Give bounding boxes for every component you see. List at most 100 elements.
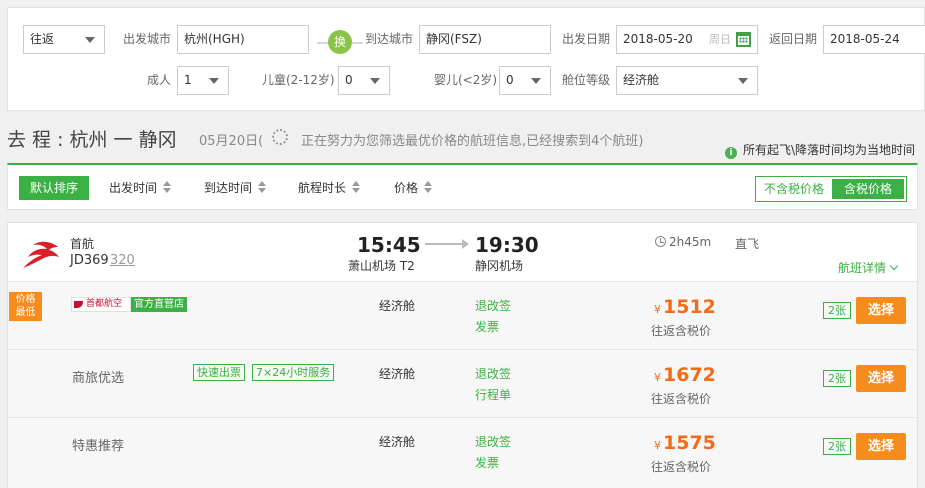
sort-arrows-icon [352, 181, 361, 193]
return-date-label: 返回日期 [769, 32, 818, 46]
fare-product-name: 商旅优选 [72, 371, 125, 386]
child-select[interactable]: 0 [338, 66, 390, 95]
depart-time: 15:45 [357, 233, 421, 257]
arrive-time: 19:30 [475, 233, 539, 257]
stops-info: 直飞 [735, 237, 760, 251]
chevron-down-icon [209, 78, 219, 84]
return-date-input[interactable]: 2018-05-24 [823, 25, 925, 54]
price-note: 往返含税价 [651, 324, 712, 338]
route-title: 去 程 : 杭州 一 静冈 [7, 129, 177, 151]
fare-product-name: 特惠推荐 [72, 439, 125, 454]
info-icon: i [725, 147, 737, 159]
infant-value: 0 [506, 73, 514, 87]
timezone-note-text: 所有起飞\降落时间均为当地时间 [743, 143, 916, 157]
seats-left-badge: 2张 [823, 438, 851, 455]
airline-name: 首航 [70, 237, 95, 251]
price-note: 往返含税价 [651, 460, 712, 474]
infant-select[interactable]: 0 [499, 66, 551, 95]
return-date-value: 2018-05-24 [830, 32, 900, 46]
child-value: 0 [345, 73, 353, 87]
refund-policy-link[interactable]: 退改签 [475, 433, 511, 450]
seats-left-badge: 2张 [823, 302, 851, 319]
chevron-down-icon [85, 37, 95, 43]
sort-duration-label: 航程时长 [298, 181, 347, 195]
sort-depart-time[interactable]: 出发时间 [109, 176, 172, 200]
fare-cabin: 经济舱 [379, 435, 416, 449]
tax-excluded-option[interactable]: 不含税价格 [758, 179, 830, 199]
trip-type-select[interactable]: 往返 [23, 25, 105, 54]
select-fare-button[interactable]: 选择 [856, 365, 906, 392]
infant-label: 婴儿(<2岁) [434, 73, 498, 87]
child-label: 儿童(2-12岁) [262, 73, 335, 87]
depart-weekday: 周日 [709, 33, 731, 46]
fare-tag: 7×24小时服务 [252, 364, 335, 381]
adult-select[interactable]: 1 [177, 66, 229, 95]
tax-price-toggle: 不含税价格 含税价格 [755, 176, 907, 202]
sort-arrows-icon [163, 181, 172, 193]
search-panel: 往返 出发城市 杭州(HGH) 换 到达城市 静冈(FSZ) 出发日期 2018… [7, 7, 925, 111]
route-date: 05月20日( [199, 134, 264, 149]
search-status: 正在努力为您筛选最优价格的航班信息,已经搜索到4个航班) [301, 134, 644, 149]
depart-city-value: 杭州(HGH) [184, 32, 245, 46]
currency-symbol: ¥ [654, 371, 661, 384]
arrive-city-value: 静冈(FSZ) [426, 32, 482, 46]
depart-date-input[interactable]: 2018-05-20 周日 [616, 25, 758, 54]
select-fare-button[interactable]: 选择 [856, 297, 906, 324]
lowest-badge-line2: 最低 [15, 307, 36, 318]
adult-value: 1 [184, 73, 192, 87]
arrive-city-label: 到达城市 [365, 32, 414, 46]
sort-price[interactable]: 价格 [394, 176, 433, 200]
fare-tag: 快速出票 [193, 364, 245, 381]
depart-airport: 萧山机场 T2 [348, 259, 415, 273]
fare-cabin: 经济舱 [379, 299, 416, 313]
sort-arrows-icon [258, 181, 267, 193]
seats-left-badge: 2张 [823, 370, 851, 387]
swap-cities-button[interactable]: 换 [328, 30, 352, 54]
fare-price: ¥1512 [654, 296, 716, 318]
select-fare-button[interactable]: 选择 [856, 433, 906, 460]
invoice-type: 发票 [475, 320, 500, 334]
cabin-label: 舱位等级 [562, 73, 611, 87]
fare-price-value: 1672 [663, 364, 716, 386]
sort-arrive-time[interactable]: 到达时间 [204, 176, 267, 200]
calendar-icon[interactable] [736, 32, 751, 47]
capital-airlines-logo: 首都航空 [71, 297, 131, 312]
sort-bar: 默认排序 出发时间 到达时间 航程时长 价格 不含税价格 含税价格 [7, 163, 918, 210]
fare-row: 价格最低 首都航空 官方直营店 经济舱 退改签 发票 ¥1512 往返含税价 2张… [8, 281, 917, 349]
lowest-badge-line1: 价格 [15, 294, 36, 305]
flight-details-link[interactable]: 航班详情 [838, 259, 899, 276]
itinerary-type: 行程单 [475, 388, 512, 402]
depart-city-label: 出发城市 [123, 32, 172, 46]
refund-policy-link[interactable]: 退改签 [475, 365, 511, 382]
sort-duration[interactable]: 航程时长 [298, 176, 361, 200]
fare-cabin: 经济舱 [379, 367, 416, 381]
currency-symbol: ¥ [654, 303, 661, 316]
cabin-select[interactable]: 经济舱 [616, 66, 758, 95]
price-note: 往返含税价 [651, 392, 712, 406]
sort-depart-time-label: 出发时间 [109, 181, 158, 195]
refund-policy-link[interactable]: 退改签 [475, 297, 511, 314]
sort-arrive-time-label: 到达时间 [204, 181, 253, 195]
depart-city-input[interactable]: 杭州(HGH) [177, 25, 309, 54]
flight-details-label: 航班详情 [838, 261, 887, 275]
arrive-airport: 静冈机场 [475, 259, 524, 273]
tax-included-option[interactable]: 含税价格 [832, 179, 904, 199]
chevron-down-icon [889, 261, 899, 271]
capital-airlines-store-badge[interactable]: 首都航空 官方直营店 [71, 297, 187, 312]
clock-icon [655, 236, 666, 247]
chevron-down-icon [738, 78, 748, 84]
chevron-down-icon [370, 78, 380, 84]
arrive-city-input[interactable]: 静冈(FSZ) [419, 25, 551, 54]
duration-value: 2h45m [669, 235, 712, 249]
sort-price-label: 价格 [394, 181, 419, 195]
adult-label: 成人 [147, 73, 172, 87]
flight-number: JD369 [70, 253, 109, 268]
currency-symbol: ¥ [654, 439, 661, 452]
invoice-type: 发票 [475, 456, 500, 470]
fare-price-value: 1512 [663, 296, 716, 318]
official-store-tag: 官方直营店 [131, 297, 187, 312]
plane-type-link[interactable]: 320 [110, 253, 135, 268]
route-arrow-icon [425, 239, 469, 249]
sort-default-button[interactable]: 默认排序 [19, 176, 89, 200]
airline-logo-icon [23, 241, 59, 268]
